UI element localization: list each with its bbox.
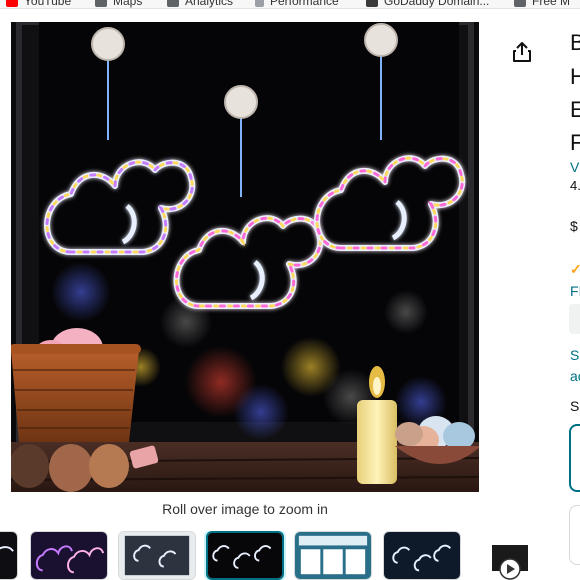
thumbnail[interactable] <box>383 531 461 580</box>
bookmark-label: Free M <box>532 0 571 8</box>
rating-text: 4. <box>570 178 580 193</box>
product-photo <box>11 22 479 492</box>
store-link[interactable]: V <box>570 159 579 175</box>
bookmarks-bar: YouTube Maps Analytics Performance GoDad… <box>0 0 580 9</box>
bookmark-free[interactable]: Free M <box>514 0 571 8</box>
thumbnail-strip <box>0 531 580 580</box>
product-detail-column: B H E F V 4. $ ✓ FI Sa ac S <box>568 22 580 580</box>
bookmark-label: Analytics <box>185 0 234 8</box>
thumbnail[interactable] <box>30 531 108 580</box>
bookmark-label: Performance <box>270 0 339 8</box>
bookmark-analytics[interactable]: Analytics <box>167 0 234 8</box>
easter-egg <box>89 444 129 488</box>
globe-icon <box>514 0 526 7</box>
bookmark-label: GoDaddy Domain... <box>384 0 490 8</box>
easter-basket <box>11 328 141 442</box>
buy-option-selected[interactable] <box>569 424 580 492</box>
free-delivery-link[interactable]: FI <box>570 283 580 299</box>
zoom-caption: Roll over image to zoom in <box>162 501 328 517</box>
youtube-icon <box>6 0 18 7</box>
easter-egg <box>49 444 93 492</box>
product-title: B <box>570 30 580 55</box>
main-product-image[interactable] <box>11 22 479 492</box>
product-title: E <box>570 97 580 122</box>
doc-icon <box>255 0 264 7</box>
thumbnail[interactable] <box>294 531 372 580</box>
bookmark-performance[interactable]: Performance <box>255 0 339 8</box>
thumbnail-video[interactable] <box>484 531 562 580</box>
bookmark-youtube[interactable]: YouTube <box>6 0 72 8</box>
price: $ <box>570 218 578 234</box>
sa-link[interactable]: Sa <box>570 347 580 363</box>
prime-check-icon: ✓ <box>570 261 580 277</box>
bookmark-maps[interactable]: Maps <box>95 0 143 8</box>
thumbnail[interactable] <box>118 531 196 580</box>
bookmark-label: Maps <box>113 0 143 8</box>
share-icon[interactable] <box>510 40 534 64</box>
section-label: S <box>570 398 580 414</box>
thumbnail[interactable] <box>0 531 18 580</box>
option-box[interactable] <box>569 304 580 334</box>
globe-icon <box>167 0 179 7</box>
ac-link[interactable]: ac <box>570 368 580 384</box>
buy-option[interactable] <box>569 505 580 565</box>
thumbnail-selected[interactable] <box>206 531 284 580</box>
globe-icon <box>366 0 378 7</box>
product-title: H <box>570 64 580 89</box>
bookmark-label: YouTube <box>24 0 72 8</box>
bookmark-godaddy[interactable]: GoDaddy Domain... <box>366 0 490 8</box>
globe-icon <box>95 0 107 7</box>
product-title: F <box>570 130 580 155</box>
